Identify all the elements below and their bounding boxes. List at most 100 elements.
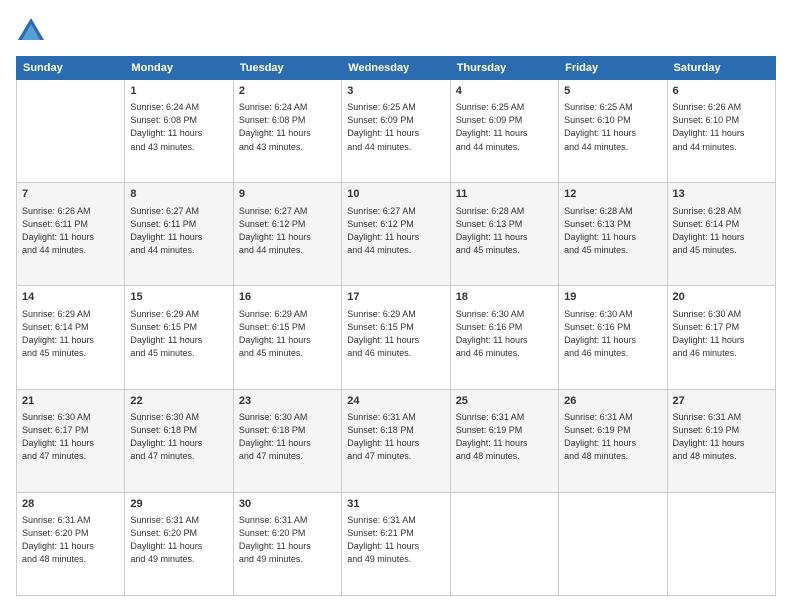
cell-info: Sunrise: 6:28 AM Sunset: 6:13 PM Dayligh… xyxy=(456,205,553,257)
calendar-cell: 23 Sunrise: 6:30 AM Sunset: 6:18 PM Dayli… xyxy=(233,389,341,492)
calendar-cell: 27 Sunrise: 6:31 AM Sunset: 6:19 PM Dayli… xyxy=(667,389,775,492)
calendar-cell: 15 Sunrise: 6:29 AM Sunset: 6:15 PM Dayli… xyxy=(125,286,233,389)
day-number: 19 xyxy=(564,290,661,305)
day-number: 29 xyxy=(130,497,227,512)
day-number: 22 xyxy=(130,394,227,409)
calendar-cell: 5 Sunrise: 6:25 AM Sunset: 6:10 PM Daylig… xyxy=(559,80,667,183)
header-day-tuesday: Tuesday xyxy=(233,57,341,80)
day-number: 21 xyxy=(22,394,119,409)
cell-info: Sunrise: 6:27 AM Sunset: 6:12 PM Dayligh… xyxy=(347,205,444,257)
cell-info: Sunrise: 6:29 AM Sunset: 6:15 PM Dayligh… xyxy=(130,308,227,360)
logo xyxy=(16,16,50,46)
calendar-cell: 28Sunrise: 6:31 AM Sunset: 6:20 PM Dayli… xyxy=(17,492,125,595)
day-number: 1 xyxy=(130,84,227,99)
calendar-cell: 13Sunrise: 6:28 AM Sunset: 6:14 PM Dayli… xyxy=(667,183,775,286)
calendar-table: SundayMondayTuesdayWednesdayThursdayFrid… xyxy=(16,56,776,596)
day-number: 14 xyxy=(22,290,119,305)
day-number: 24 xyxy=(347,394,444,409)
calendar-cell: 11 Sunrise: 6:28 AM Sunset: 6:13 PM Dayli… xyxy=(450,183,558,286)
day-number: 12 xyxy=(564,187,661,202)
calendar-cell xyxy=(17,80,125,183)
calendar-cell: 24Sunrise: 6:31 AM Sunset: 6:18 PM Dayli… xyxy=(342,389,450,492)
day-number: 10 xyxy=(347,187,444,202)
day-number: 4 xyxy=(456,84,553,99)
cell-info: Sunrise: 6:25 AM Sunset: 6:09 PM Dayligh… xyxy=(347,101,444,153)
header-row: SundayMondayTuesdayWednesdayThursdayFrid… xyxy=(17,57,776,80)
calendar-cell: 8 Sunrise: 6:27 AM Sunset: 6:11 PM Daylig… xyxy=(125,183,233,286)
day-number: 18 xyxy=(456,290,553,305)
cell-info: Sunrise: 6:31 AM Sunset: 6:21 PM Dayligh… xyxy=(347,514,444,566)
calendar-cell: 4 Sunrise: 6:25 AM Sunset: 6:09 PM Daylig… xyxy=(450,80,558,183)
day-number: 31 xyxy=(347,497,444,512)
cell-info: Sunrise: 6:25 AM Sunset: 6:09 PM Dayligh… xyxy=(456,101,553,153)
calendar-cell: 1 Sunrise: 6:24 AM Sunset: 6:08 PM Daylig… xyxy=(125,80,233,183)
cell-info: Sunrise: 6:25 AM Sunset: 6:10 PM Dayligh… xyxy=(564,101,661,153)
cell-info: Sunrise: 6:31 AM Sunset: 6:19 PM Dayligh… xyxy=(564,411,661,463)
calendar-cell: 29 Sunrise: 6:31 AM Sunset: 6:20 PM Dayli… xyxy=(125,492,233,595)
cell-info: Sunrise: 6:29 AM Sunset: 6:15 PM Dayligh… xyxy=(347,308,444,360)
day-number: 23 xyxy=(239,394,336,409)
calendar-cell: 17 Sunrise: 6:29 AM Sunset: 6:15 PM Dayli… xyxy=(342,286,450,389)
cell-info: Sunrise: 6:30 AM Sunset: 6:16 PM Dayligh… xyxy=(564,308,661,360)
calendar-cell: 25 Sunrise: 6:31 AM Sunset: 6:19 PM Dayli… xyxy=(450,389,558,492)
header-day-monday: Monday xyxy=(125,57,233,80)
day-number: 6 xyxy=(673,84,770,99)
day-number: 16 xyxy=(239,290,336,305)
cell-info: Sunrise: 6:24 AM Sunset: 6:08 PM Dayligh… xyxy=(130,101,227,153)
calendar-cell: 12 Sunrise: 6:28 AM Sunset: 6:13 PM Dayli… xyxy=(559,183,667,286)
cell-info: Sunrise: 6:24 AM Sunset: 6:08 PM Dayligh… xyxy=(239,101,336,153)
cell-info: Sunrise: 6:31 AM Sunset: 6:19 PM Dayligh… xyxy=(456,411,553,463)
calendar-cell: 30Sunrise: 6:31 AM Sunset: 6:20 PM Dayli… xyxy=(233,492,341,595)
day-number: 3 xyxy=(347,84,444,99)
calendar-cell: 2 Sunrise: 6:24 AM Sunset: 6:08 PM Daylig… xyxy=(233,80,341,183)
page: SundayMondayTuesdayWednesdayThursdayFrid… xyxy=(0,0,792,612)
header-day-friday: Friday xyxy=(559,57,667,80)
calendar-cell: 6 Sunrise: 6:26 AM Sunset: 6:10 PM Daylig… xyxy=(667,80,775,183)
cell-info: Sunrise: 6:30 AM Sunset: 6:18 PM Dayligh… xyxy=(239,411,336,463)
day-number: 26 xyxy=(564,394,661,409)
calendar-cell xyxy=(667,492,775,595)
cell-info: Sunrise: 6:30 AM Sunset: 6:18 PM Dayligh… xyxy=(130,411,227,463)
calendar-cell: 31 Sunrise: 6:31 AM Sunset: 6:21 PM Dayli… xyxy=(342,492,450,595)
calendar-cell: 10 Sunrise: 6:27 AM Sunset: 6:12 PM Dayli… xyxy=(342,183,450,286)
calendar-cell: 26 Sunrise: 6:31 AM Sunset: 6:19 PM Dayli… xyxy=(559,389,667,492)
cell-info: Sunrise: 6:29 AM Sunset: 6:15 PM Dayligh… xyxy=(239,308,336,360)
day-number: 27 xyxy=(673,394,770,409)
day-number: 9 xyxy=(239,187,336,202)
calendar-cell: 16 Sunrise: 6:29 AM Sunset: 6:15 PM Dayli… xyxy=(233,286,341,389)
week-row-4: 21 Sunrise: 6:30 AM Sunset: 6:17 PM Dayli… xyxy=(17,389,776,492)
calendar-cell: 21 Sunrise: 6:30 AM Sunset: 6:17 PM Dayli… xyxy=(17,389,125,492)
calendar-cell xyxy=(450,492,558,595)
cell-info: Sunrise: 6:30 AM Sunset: 6:17 PM Dayligh… xyxy=(673,308,770,360)
day-number: 15 xyxy=(130,290,227,305)
calendar-cell: 18 Sunrise: 6:30 AM Sunset: 6:16 PM Dayli… xyxy=(450,286,558,389)
header-day-wednesday: Wednesday xyxy=(342,57,450,80)
day-number: 25 xyxy=(456,394,553,409)
day-number: 17 xyxy=(347,290,444,305)
logo-icon xyxy=(16,16,46,46)
header xyxy=(16,16,776,46)
week-row-1: 1 Sunrise: 6:24 AM Sunset: 6:08 PM Daylig… xyxy=(17,80,776,183)
week-row-3: 14Sunrise: 6:29 AM Sunset: 6:14 PM Dayli… xyxy=(17,286,776,389)
cell-info: Sunrise: 6:31 AM Sunset: 6:20 PM Dayligh… xyxy=(239,514,336,566)
cell-info: Sunrise: 6:27 AM Sunset: 6:12 PM Dayligh… xyxy=(239,205,336,257)
header-day-sunday: Sunday xyxy=(17,57,125,80)
cell-info: Sunrise: 6:26 AM Sunset: 6:10 PM Dayligh… xyxy=(673,101,770,153)
cell-info: Sunrise: 6:27 AM Sunset: 6:11 PM Dayligh… xyxy=(130,205,227,257)
cell-info: Sunrise: 6:31 AM Sunset: 6:20 PM Dayligh… xyxy=(22,514,119,566)
day-number: 2 xyxy=(239,84,336,99)
cell-info: Sunrise: 6:30 AM Sunset: 6:16 PM Dayligh… xyxy=(456,308,553,360)
day-number: 8 xyxy=(130,187,227,202)
cell-info: Sunrise: 6:31 AM Sunset: 6:20 PM Dayligh… xyxy=(130,514,227,566)
calendar-cell: 22 Sunrise: 6:30 AM Sunset: 6:18 PM Dayli… xyxy=(125,389,233,492)
day-number: 5 xyxy=(564,84,661,99)
day-number: 20 xyxy=(673,290,770,305)
cell-info: Sunrise: 6:30 AM Sunset: 6:17 PM Dayligh… xyxy=(22,411,119,463)
cell-info: Sunrise: 6:31 AM Sunset: 6:19 PM Dayligh… xyxy=(673,411,770,463)
header-day-saturday: Saturday xyxy=(667,57,775,80)
calendar-cell: 20 Sunrise: 6:30 AM Sunset: 6:17 PM Dayli… xyxy=(667,286,775,389)
cell-info: Sunrise: 6:28 AM Sunset: 6:13 PM Dayligh… xyxy=(564,205,661,257)
day-number: 11 xyxy=(456,187,553,202)
calendar-cell: 14Sunrise: 6:29 AM Sunset: 6:14 PM Dayli… xyxy=(17,286,125,389)
day-number: 13 xyxy=(673,187,770,202)
